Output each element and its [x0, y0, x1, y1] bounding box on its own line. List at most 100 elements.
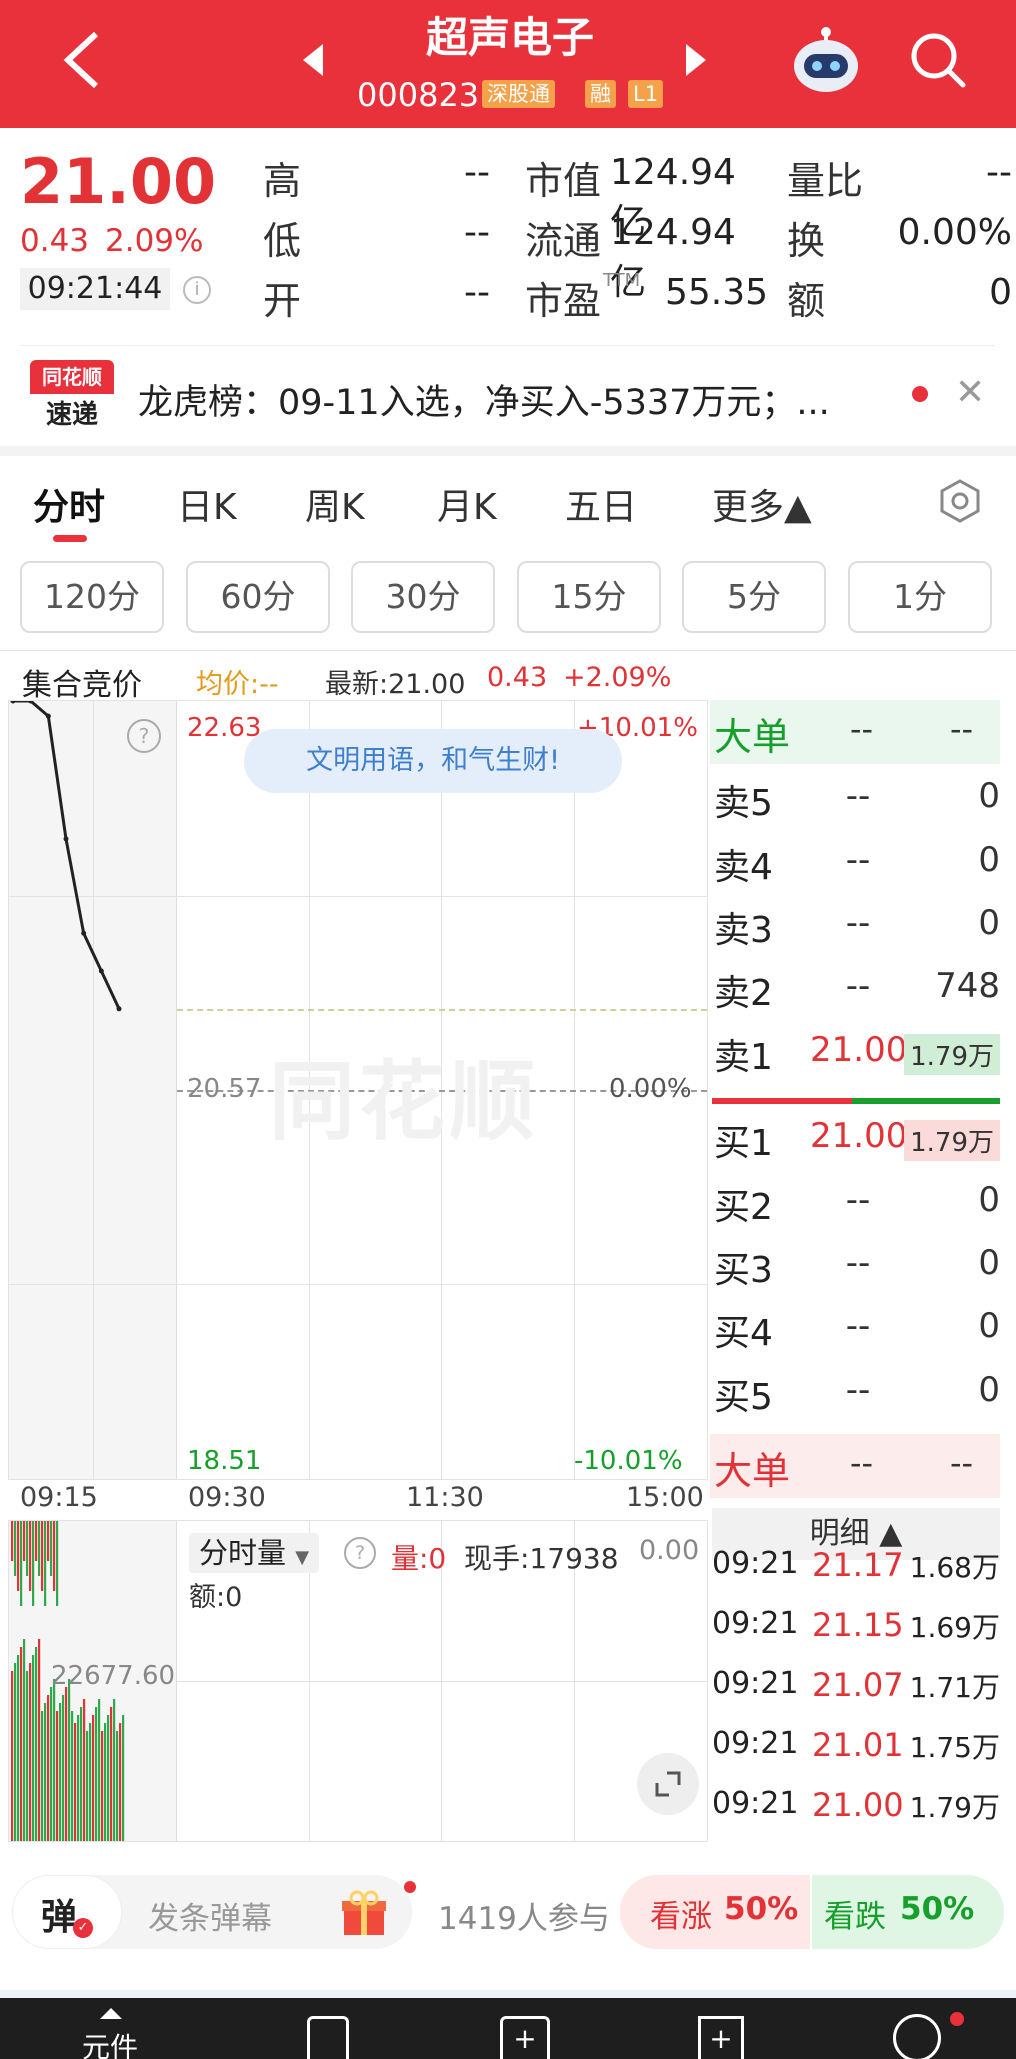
help-icon[interactable]: ?	[344, 1537, 376, 1569]
buy-level-1[interactable]: 买1 21.00 1.79万	[712, 1106, 1002, 1168]
order-qty: 0	[978, 903, 1000, 943]
high-value: --	[464, 152, 490, 193]
add-icon[interactable]: +	[698, 2016, 744, 2059]
price-point-09:17	[45, 713, 51, 719]
notes-icon[interactable]	[307, 2016, 349, 2059]
search-icon[interactable]	[908, 30, 968, 90]
info-icon[interactable]: i	[183, 276, 211, 304]
tab-daily-k[interactable]: 日K	[177, 478, 237, 530]
sell-level-5[interactable]: 卖1 21.00 1.79万	[712, 1020, 1002, 1082]
volume-bar	[89, 1723, 92, 1841]
volume-bar-top	[32, 1521, 35, 1606]
robot-assistant-icon[interactable]	[790, 24, 862, 96]
buy-level-3[interactable]: 买3 -- 0	[712, 1233, 1002, 1295]
order-level-label: 买2	[714, 1187, 773, 1228]
volume-bar-top	[23, 1521, 26, 1561]
period-30min[interactable]: 30分	[351, 561, 495, 633]
tab-monthly-k[interactable]: 月K	[437, 478, 497, 530]
trade-detail-row: 09:21 21.07 1.71万	[712, 1656, 1002, 1712]
order-price: --	[845, 1180, 871, 1220]
price-change: 0.43	[20, 223, 90, 259]
back-icon[interactable]	[60, 28, 120, 98]
price-point-09:20	[98, 968, 104, 974]
buy-level-4[interactable]: 买4 -- 0	[712, 1296, 1002, 1358]
period-60min[interactable]: 60分	[186, 561, 330, 633]
big-order-label: 大单	[714, 715, 791, 759]
danmaku-placeholder: 发条弹幕	[148, 1901, 272, 1937]
period-1min[interactable]: 1分	[848, 561, 992, 633]
turnover-value: 0.00%	[897, 212, 1012, 253]
volume-indicator-label: 分时量	[199, 1536, 287, 1570]
gift-icon[interactable]	[338, 1887, 390, 1939]
tab-weekly-k[interactable]: 周K	[305, 478, 365, 530]
volume-qty: 量:0	[391, 1542, 447, 1575]
volume-bar-top	[56, 1521, 59, 1606]
trade-time: 09:21	[712, 1786, 799, 1821]
trade-detail-row: 09:21 21.01 1.75万	[712, 1716, 1002, 1772]
x-label-0930: 09:30	[188, 1482, 266, 1513]
buy-level-2[interactable]: 买2 -- 0	[712, 1170, 1002, 1232]
danmaku-input-wrap[interactable]: 弹 ✓ 发条弹幕	[12, 1875, 412, 1949]
sell-level-2[interactable]: 卖4 -- 0	[712, 830, 1002, 892]
order-price: --	[845, 1306, 871, 1346]
order-price: 21.00	[810, 1116, 908, 1156]
order-qty: 1.79万	[904, 1120, 1000, 1161]
sell-level-1[interactable]: 卖5 -- 0	[712, 766, 1002, 828]
low-value: --	[464, 212, 490, 253]
volume-bar	[23, 1639, 26, 1841]
bullish-label: 看涨	[650, 1899, 712, 1935]
period-120min[interactable]: 120分	[20, 561, 164, 633]
menu-icon[interactable]	[893, 2014, 941, 2059]
bullish-button[interactable]: 看涨 50%	[620, 1875, 810, 1949]
settings-hexagon-icon[interactable]	[937, 478, 983, 524]
chevron-down-icon: ▼	[295, 1547, 310, 1568]
order-price: --	[845, 903, 871, 943]
trade-price: 21.07	[812, 1666, 904, 1704]
volume-bar	[38, 1639, 41, 1841]
price-point-09:19	[81, 930, 87, 936]
turnover-label: 换	[787, 219, 826, 263]
news-headline[interactable]: 龙虎榜：09-11入选，净买入-5337万元；...	[138, 374, 878, 425]
order-level-label: 买5	[714, 1377, 773, 1418]
next-stock-icon[interactable]	[686, 44, 706, 76]
period-15min[interactable]: 15分	[517, 561, 661, 633]
volume-bar	[41, 1711, 44, 1841]
volume-indicator-select[interactable]: 分时量 ▼	[189, 1533, 320, 1573]
sell-level-4[interactable]: 卖2 -- 748	[712, 956, 1002, 1018]
order-price: --	[845, 1243, 871, 1283]
price-point-09:21	[116, 1006, 122, 1012]
order-price: --	[845, 966, 871, 1006]
notify-dot	[404, 1881, 416, 1893]
buy-level-5[interactable]: 买5 -- 0	[712, 1360, 1002, 1422]
add-watchlist-icon[interactable]: +	[500, 2016, 550, 2059]
trade-qty: 1.69万	[909, 1611, 1000, 1644]
volume-bar	[95, 1707, 98, 1841]
tab-more[interactable]: 更多▲	[712, 478, 812, 530]
volume-bar	[17, 1655, 20, 1841]
expand-up-icon[interactable]	[100, 2008, 122, 2019]
period-5min[interactable]: 5分	[682, 561, 826, 633]
close-icon[interactable]: ✕	[955, 372, 985, 413]
unread-dot	[912, 386, 928, 402]
tab-active-indicator	[53, 535, 87, 542]
trade-time: 09:21	[712, 1726, 799, 1761]
volume-ratio-value: --	[986, 152, 1012, 193]
volume-chart: 22677.60 分时量 ▼ ? 量:0 现手:17938 0.00 额:0	[8, 1520, 708, 1842]
intraday-chart[interactable]: 同花顺 22.63 +10.01% 20.57 0.00% 18.51 -10.…	[8, 700, 708, 1480]
danmaku-toggle[interactable]: 弹 ✓	[12, 1875, 122, 1949]
volume-bar	[68, 1679, 71, 1841]
fullscreen-icon[interactable]	[637, 1753, 699, 1815]
tab-five-day[interactable]: 五日	[565, 478, 637, 530]
big-order-buy-row: 大单 -- --	[710, 1434, 1000, 1498]
volume-bar	[83, 1699, 86, 1841]
volume-bar	[107, 1715, 110, 1841]
nav-component-label[interactable]: 元件	[82, 2026, 138, 2059]
volume-bar-top	[20, 1521, 23, 1606]
logo-top-text: 同花顺	[30, 360, 114, 394]
tab-intraday[interactable]: 分时	[33, 478, 105, 530]
auction-section-label: 集合竞价	[22, 668, 142, 703]
volume-bar-top	[14, 1521, 17, 1576]
prev-stock-icon[interactable]	[303, 44, 323, 76]
sell-level-3[interactable]: 卖3 -- 0	[712, 893, 1002, 955]
bearish-button[interactable]: 看跌 50%	[812, 1875, 1004, 1949]
